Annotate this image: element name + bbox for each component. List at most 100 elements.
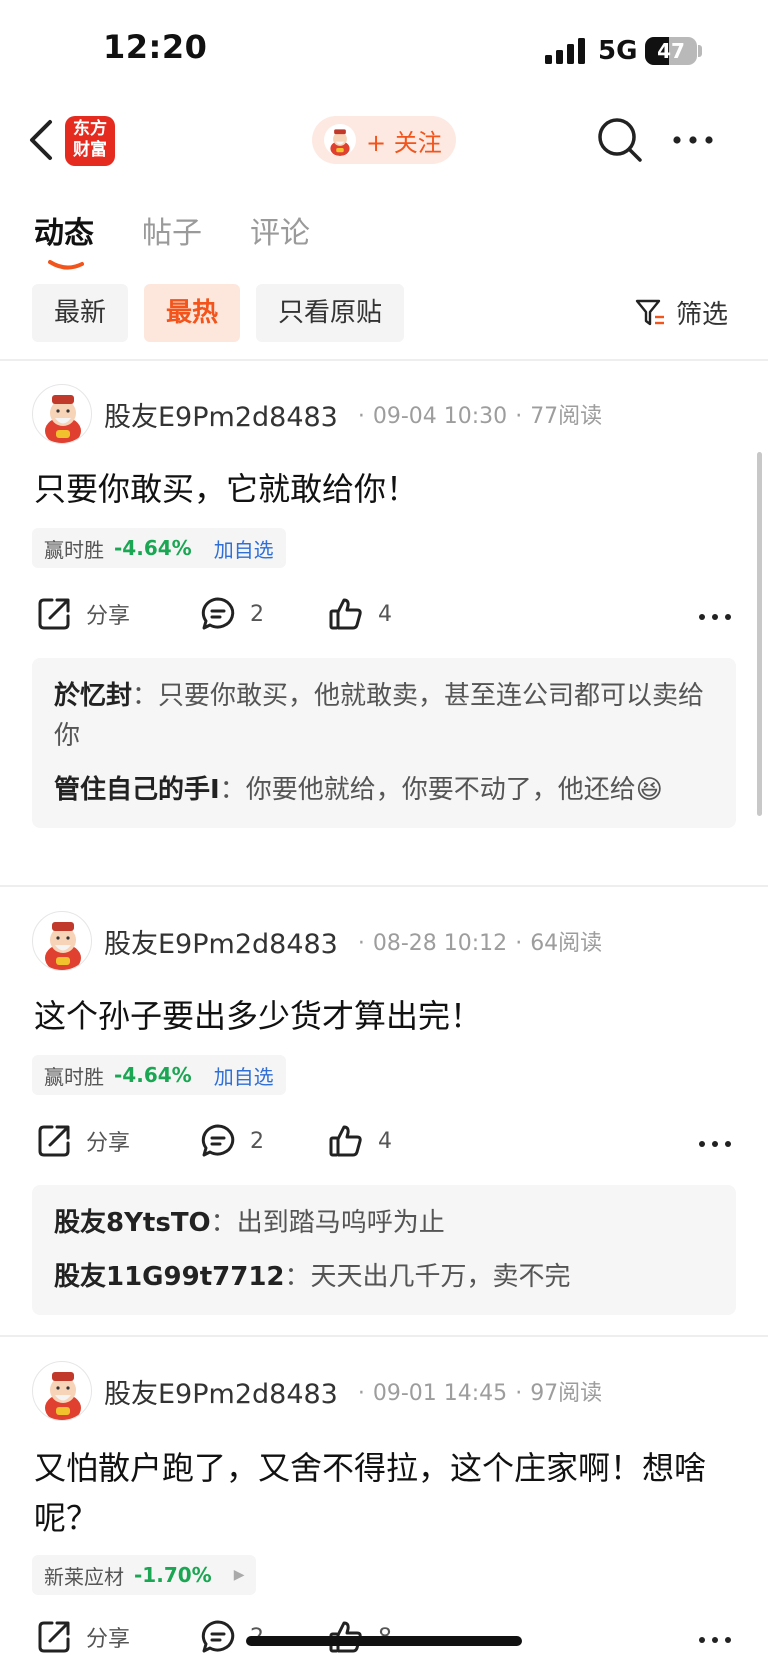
share-button[interactable]: 分享 [36,596,130,632]
comment-preview[interactable]: 股友8YtsTO：出到踏马呜呼为止 股友11G99t7712：天天出几千万，卖不… [32,1185,736,1315]
tab-label: 评论 [250,216,310,251]
share-icon [38,1621,70,1653]
search-icon[interactable] [596,116,644,164]
comment-button[interactable]: 2 [200,596,264,632]
stock-tag[interactable]: 赢时胜 -4.64% 加自选 [32,528,286,568]
post-time: 08-28 10:12 [372,931,508,956]
post-more-icon[interactable] [698,1635,732,1645]
more-options-icon[interactable] [672,128,714,152]
comment-count: 2 [250,601,264,627]
comment-preview[interactable]: 於忆封：只要你敢买，他就敢卖，甚至连公司都可以卖给你 管住自己的手I：你要他就给… [32,658,736,828]
caishen-avatar-icon [45,395,81,443]
comment-icon [201,1124,235,1157]
comment-count: 2 [250,1128,264,1154]
post-header: 股友E9Pm2d8483 · 09-01 14:45 · 97阅读 [32,1361,602,1421]
follow-button[interactable]: + 关注 [312,116,456,164]
action-bar: 分享 2 4 [36,1123,736,1167]
author-name[interactable]: 股友E9Pm2d8483 [104,395,338,434]
status-time: 12:20 [103,28,208,66]
app-logo[interactable]: 东方财富 [65,116,115,166]
post-card[interactable]: 股友E9Pm2d8483 · 09-01 14:45 · 97阅读 又怕散户跑了，又舍… [0,1337,768,1663]
comment-user[interactable]: 股友8YtsTO [54,1208,211,1238]
share-button[interactable]: 分享 [36,1123,130,1159]
caishen-avatar-icon [45,922,81,970]
add-watchlist-button[interactable]: 加自选 [214,534,274,563]
thumbs-up-icon [329,1125,362,1157]
stock-tag[interactable]: 新莱应材 -1.70% ▶ [32,1555,257,1595]
comment-item[interactable]: 股友8YtsTO：出到踏马呜呼为止 [54,1203,714,1243]
like-count: 4 [378,601,392,627]
comment-separator: ： [284,1262,311,1292]
share-label: 分享 [86,604,131,629]
tab-bar: 动态 帖子 评论 [34,208,310,270]
post-card[interactable]: 股友E9Pm2d8483 · 09-04 10:30 · 77阅读 只要你敢买，它就敢… [0,360,768,885]
comment-item[interactable]: 於忆封：只要你敢买，他就敢卖，甚至连公司都可以卖给你 [54,676,714,756]
battery-icon: 47 [645,37,697,65]
stock-change: -4.64% [114,1063,192,1087]
user-avatar[interactable] [32,384,92,444]
like-button[interactable]: 4 [328,1123,392,1159]
comment-item[interactable]: 股友11G99t7712：天天出几千万，卖不完 [54,1257,714,1297]
author-name[interactable]: 股友E9Pm2d8483 [104,1372,338,1411]
thumbs-up-icon [329,598,362,630]
post-header: 股友E9Pm2d8483 · 09-04 10:30 · 77阅读 [32,384,602,444]
filter-button[interactable]: 筛选 [634,294,728,331]
share-icon [38,1125,70,1157]
post-time: 09-04 10:30 [372,404,508,429]
user-avatar[interactable] [32,911,92,971]
post-text[interactable]: 只要你敢买，它就敢给你！ [34,464,738,514]
share-button[interactable]: 分享 [36,1619,130,1655]
network-label: 5G [598,36,638,66]
post-reads: 64阅读 [530,931,603,956]
tab-dynamic[interactable]: 动态 [34,208,94,270]
battery-percent: 47 [657,39,685,63]
comment-text: 出到踏马呜呼为止 [236,1208,445,1238]
add-watchlist-button[interactable]: 加自选 [214,1061,274,1090]
author-name[interactable]: 股友E9Pm2d8483 [104,922,338,961]
comment-item[interactable]: 管住自己的手I：你要他就给，你要不动了，他还给😆 [54,770,714,810]
stock-change: -4.64% [114,536,192,560]
tab-active-indicator [48,260,84,270]
comment-icon [201,597,235,630]
comment-button[interactable]: 2 [200,1123,264,1159]
action-bar: 分享 2 4 [36,596,736,640]
filter-original-only[interactable]: 只看原贴 [256,284,405,342]
back-icon[interactable] [26,118,58,162]
stock-name: 赢时胜 [44,537,104,562]
like-button[interactable]: 4 [328,596,392,632]
tab-posts[interactable]: 帖子 [142,208,202,252]
comment-user[interactable]: 於忆封 [54,681,132,711]
post-header: 股友E9Pm2d8483 · 08-28 10:12 · 64阅读 [32,911,602,971]
comment-icon [201,1620,235,1653]
comment-user[interactable]: 股友11G99t7712 [54,1262,285,1292]
stock-tag[interactable]: 赢时胜 -4.64% 加自选 [32,1055,286,1095]
stock-name: 新莱应材 [44,1564,124,1589]
funnel-icon [635,299,664,325]
tab-label: 动态 [34,216,94,251]
comment-separator: ： [210,1208,237,1238]
share-label: 分享 [86,1131,131,1156]
battery-cap [698,45,702,57]
scrollbar[interactable] [757,452,762,816]
filter-label: 筛选 [676,300,729,330]
filter-newest[interactable]: 最新 [32,284,129,342]
tab-comments[interactable]: 评论 [250,208,310,252]
comment-text: 你要他就给，你要不动了，他还给😆 [245,775,663,805]
comment-user[interactable]: 管住自己的手I [54,775,220,805]
post-more-icon[interactable] [698,1139,732,1149]
post-text[interactable]: 又怕散户跑了，又舍不得拉，这个庄家啊！想啥呢？ [34,1443,738,1543]
tab-label: 帖子 [142,216,202,251]
post-text[interactable]: 这个孙子要出多少货才算出完！ [34,991,738,1041]
share-icon [38,598,70,630]
caishen-avatar-icon [324,124,356,156]
signal-icon [545,38,585,64]
user-avatar[interactable] [32,1361,92,1421]
home-indicator[interactable] [246,1636,522,1646]
post-card[interactable]: 股友E9Pm2d8483 · 08-28 10:12 · 64阅读 这个孙子要出多少货… [0,887,768,1335]
filter-hottest[interactable]: 最热 [144,284,241,342]
post-more-icon[interactable] [698,612,732,622]
post-reads: 77阅读 [530,404,603,429]
post-time: 09-01 14:45 [372,1381,508,1406]
post-reads: 97阅读 [530,1381,603,1406]
follow-label: + 关注 [366,128,442,157]
